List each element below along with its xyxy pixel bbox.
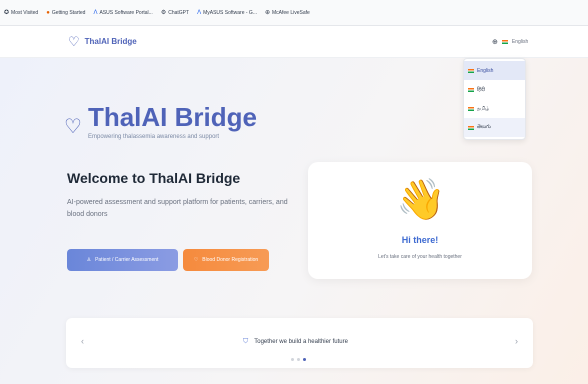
language-option-tamil[interactable]: தமிழ் — [464, 99, 525, 118]
chatgpt-icon: ⚙ — [160, 9, 167, 16]
carousel-dot[interactable] — [297, 358, 300, 361]
carousel-slide: ⛉ Together we build a healthier future — [243, 338, 348, 346]
shield-icon: ⛉ — [243, 338, 249, 345]
bookmark-label: Getting Started — [51, 9, 86, 16]
bookmark-most-visited[interactable]: ✪ Most Visited — [4, 10, 38, 16]
bookmarks-bar: ✪ Most Visited ● Getting Started Λ ASUS Sof… — [0, 0, 588, 26]
flag-icon — [468, 106, 474, 111]
greeting-subtitle: Let's take care of your health together — [378, 254, 462, 260]
language-option-hindi[interactable]: हिंदी — [464, 80, 525, 99]
language-option-label: தமிழ் — [477, 105, 490, 112]
language-option-label: English — [477, 67, 494, 74]
firefox-icon: ● — [46, 9, 50, 16]
welcome-subtitle: AI-powered assessment and support platfo… — [67, 199, 288, 218]
flag-icon — [468, 125, 474, 130]
flag-icon — [468, 87, 474, 92]
carousel-slide-text: Together we build a healthier future — [254, 339, 348, 345]
welcome-heading: Welcome to ThalAI Bridge — [67, 170, 241, 186]
donor-button-label: Blood Donor Registration — [202, 257, 259, 263]
bookmark-label: MyASUS Software - G... — [203, 9, 257, 16]
language-option-label: हिंदी — [477, 86, 485, 93]
user-icon: ♙ — [86, 257, 92, 263]
bookmark-label: McAfee LiveSafe — [272, 9, 310, 16]
bookmark-asus-portal[interactable]: Λ ASUS Software Portal... — [93, 10, 152, 16]
asus-icon: Λ — [197, 9, 202, 16]
carousel-dot[interactable] — [291, 358, 294, 361]
greeting-card: 👋 Hi there! Let's take care of your heal… — [308, 162, 532, 279]
waving-hand-icon: 👋 — [396, 178, 446, 222]
assessment-button-label: Patient / Carrier Assessment — [95, 257, 159, 263]
globe-icon: ⊕ — [492, 39, 498, 46]
top-navbar: ♡ ThalAI Bridge ⊕ English — [0, 26, 588, 58]
flag-icon — [501, 40, 508, 44]
bookmark-chatgpt[interactable]: ⚙ ChatGPT — [161, 10, 189, 16]
bookmark-getting-started[interactable]: ● Getting Started — [46, 10, 85, 16]
blood-donor-registration-button[interactable]: ♡ Blood Donor Registration — [183, 249, 269, 271]
hero-tagline: Empowering thalassemia awareness and sup… — [88, 134, 220, 140]
hero-brand-name: ThalAI Bridge — [87, 102, 257, 132]
language-option-telugu[interactable]: తెలుగు — [464, 118, 525, 137]
asus-icon: Λ — [93, 9, 98, 16]
mcafee-icon: ⊕ — [264, 9, 271, 16]
star-icon: ✪ — [4, 9, 10, 16]
patient-carrier-assessment-button[interactable]: ♙ Patient / Carrier Assessment — [67, 249, 178, 271]
carousel-prev-button[interactable]: ‹ — [81, 336, 84, 346]
message-carousel: ‹ ⛉ Together we build a healthier future… — [66, 318, 533, 368]
greeting-title: Hi there! — [401, 235, 439, 245]
bookmark-myasus[interactable]: Λ MyASUS Software - G... — [197, 10, 257, 16]
language-option-english[interactable]: English — [464, 61, 525, 80]
carousel-dot[interactable] — [303, 358, 306, 361]
nav-brand-link[interactable]: ♡ ThalAI Bridge — [68, 35, 137, 48]
nav-brand-name: ThalAI Bridge — [84, 37, 137, 46]
bookmark-label: ASUS Software Portal... — [99, 9, 153, 16]
language-toggle-button[interactable]: ⊕ English — [492, 38, 528, 46]
language-toggle-label: English — [511, 39, 529, 45]
heart-icon: ♡ — [68, 34, 80, 49]
bookmark-mcafee[interactable]: ⊕ McAfee LiveSafe — [265, 10, 310, 16]
hero-brand: ♡ ThalAI Bridge — [64, 102, 257, 137]
carousel-next-button[interactable]: › — [515, 336, 518, 346]
carousel-dots — [291, 358, 306, 361]
language-dropdown-menu: English हिंदी தமிழ் తెలుగు — [463, 58, 526, 140]
language-option-label: తెలుగు — [477, 124, 491, 130]
bookmark-label: Most Visited — [11, 9, 39, 16]
flag-icon — [468, 68, 474, 73]
bookmark-label: ChatGPT — [168, 9, 190, 16]
heart-icon: ♡ — [64, 115, 82, 138]
heart-icon: ♡ — [193, 257, 199, 263]
